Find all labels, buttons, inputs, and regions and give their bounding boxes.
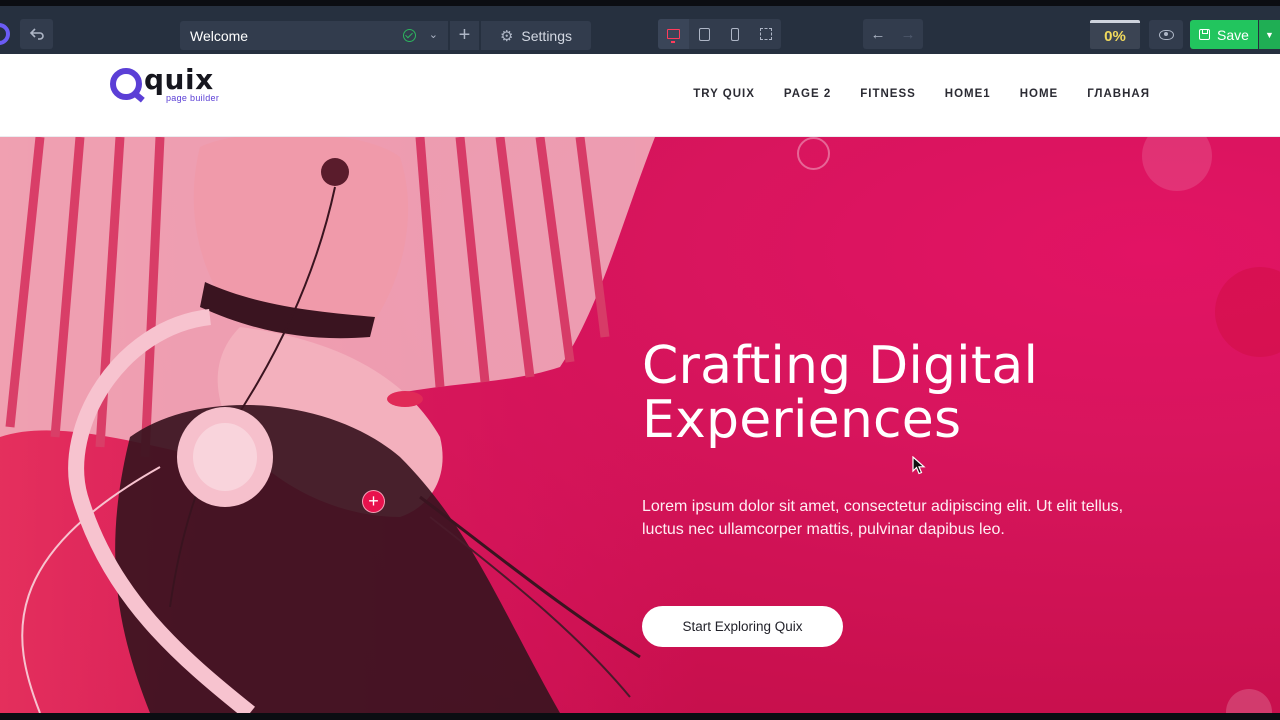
site-header: quix page builder TRY QUIX PAGE 2 FITNES… xyxy=(0,54,1280,137)
start-exploring-button[interactable]: Start Exploring Quix xyxy=(642,606,843,647)
undo-icon xyxy=(29,28,44,40)
chevron-down-icon: ⌄ xyxy=(428,29,438,41)
eye-icon xyxy=(1158,29,1174,40)
desktop-icon xyxy=(666,29,680,43)
mobile-icon xyxy=(730,27,739,41)
nav-item-try-quix[interactable]: TRY QUIX xyxy=(693,88,755,100)
plus-icon: + xyxy=(368,491,379,511)
quix-q-icon xyxy=(110,68,142,100)
tablet-view-button[interactable] xyxy=(689,19,720,49)
quix-logo-icon[interactable] xyxy=(0,19,10,49)
fullscreen-button[interactable] xyxy=(750,19,781,49)
plus-icon: + xyxy=(458,24,471,46)
save-label: Save xyxy=(1217,26,1249,43)
undo-button[interactable] xyxy=(20,19,53,49)
arrow-left-icon: ← xyxy=(870,25,886,43)
decor-circle xyxy=(1215,267,1280,357)
decor-ring xyxy=(797,137,830,170)
chevron-down-icon: ▼ xyxy=(1265,29,1274,40)
brand-tagline: page builder xyxy=(166,93,220,103)
hero-photo xyxy=(0,137,700,713)
hero-description: Lorem ipsum dolor sit amet, consectetur … xyxy=(642,498,1124,538)
history-controls: ← → xyxy=(863,19,923,49)
preview-button[interactable] xyxy=(1149,20,1183,49)
save-options-button[interactable]: ▼ xyxy=(1259,20,1280,49)
add-page-button[interactable]: + xyxy=(450,21,479,50)
nav-item-home1[interactable]: HOME1 xyxy=(945,88,991,100)
nav-item-home[interactable]: HOME xyxy=(1020,88,1059,100)
fullscreen-icon xyxy=(759,28,772,40)
desktop-view-button[interactable] xyxy=(658,19,689,49)
brand-word: quix xyxy=(144,63,214,96)
gear-icon: ⚙ xyxy=(499,27,514,45)
progress-indicator: 0% xyxy=(1090,20,1140,49)
tablet-icon xyxy=(698,27,710,41)
mobile-view-button[interactable] xyxy=(720,19,751,49)
screen-bottom-edge xyxy=(0,713,1280,720)
arrow-right-icon: → xyxy=(900,25,916,43)
site-logo[interactable]: quix page builder xyxy=(110,63,240,106)
save-icon xyxy=(1199,29,1211,40)
history-forward-button[interactable]: → xyxy=(893,19,923,49)
hero-title-line-2: Experiences xyxy=(642,390,962,450)
add-element-button[interactable]: + xyxy=(362,490,385,513)
decor-circle xyxy=(1142,137,1212,191)
nav-item-glavnaya[interactable]: ГЛАВНАЯ xyxy=(1087,88,1150,100)
hero-title: Crafting Digital Experiences xyxy=(642,339,1202,447)
device-switcher xyxy=(658,19,781,49)
builder-toolbar: Welcome ⌄ + ⚙ Settings ← → 0% Save ▼ xyxy=(0,0,1280,54)
save-button[interactable]: Save xyxy=(1190,20,1258,49)
decor-circle xyxy=(1226,689,1272,713)
mouse-cursor-icon xyxy=(912,456,926,475)
settings-button[interactable]: ⚙ Settings xyxy=(481,21,591,50)
page-selector[interactable]: Welcome ⌄ xyxy=(180,21,448,50)
nav-item-page-2[interactable]: PAGE 2 xyxy=(784,88,831,100)
history-back-button[interactable]: ← xyxy=(863,19,893,49)
nav-item-fitness[interactable]: FITNESS xyxy=(860,88,916,100)
page-selector-label: Welcome xyxy=(190,27,249,44)
main-nav: TRY QUIX PAGE 2 FITNESS HOME1 HOME ГЛАВН… xyxy=(693,88,1150,100)
check-circle-icon xyxy=(403,29,416,42)
hero-section: Crafting Digital Experiences Lorem ipsum… xyxy=(0,137,1280,713)
hero-title-line-1: Crafting Digital xyxy=(642,336,1039,396)
settings-label: Settings xyxy=(521,27,573,44)
